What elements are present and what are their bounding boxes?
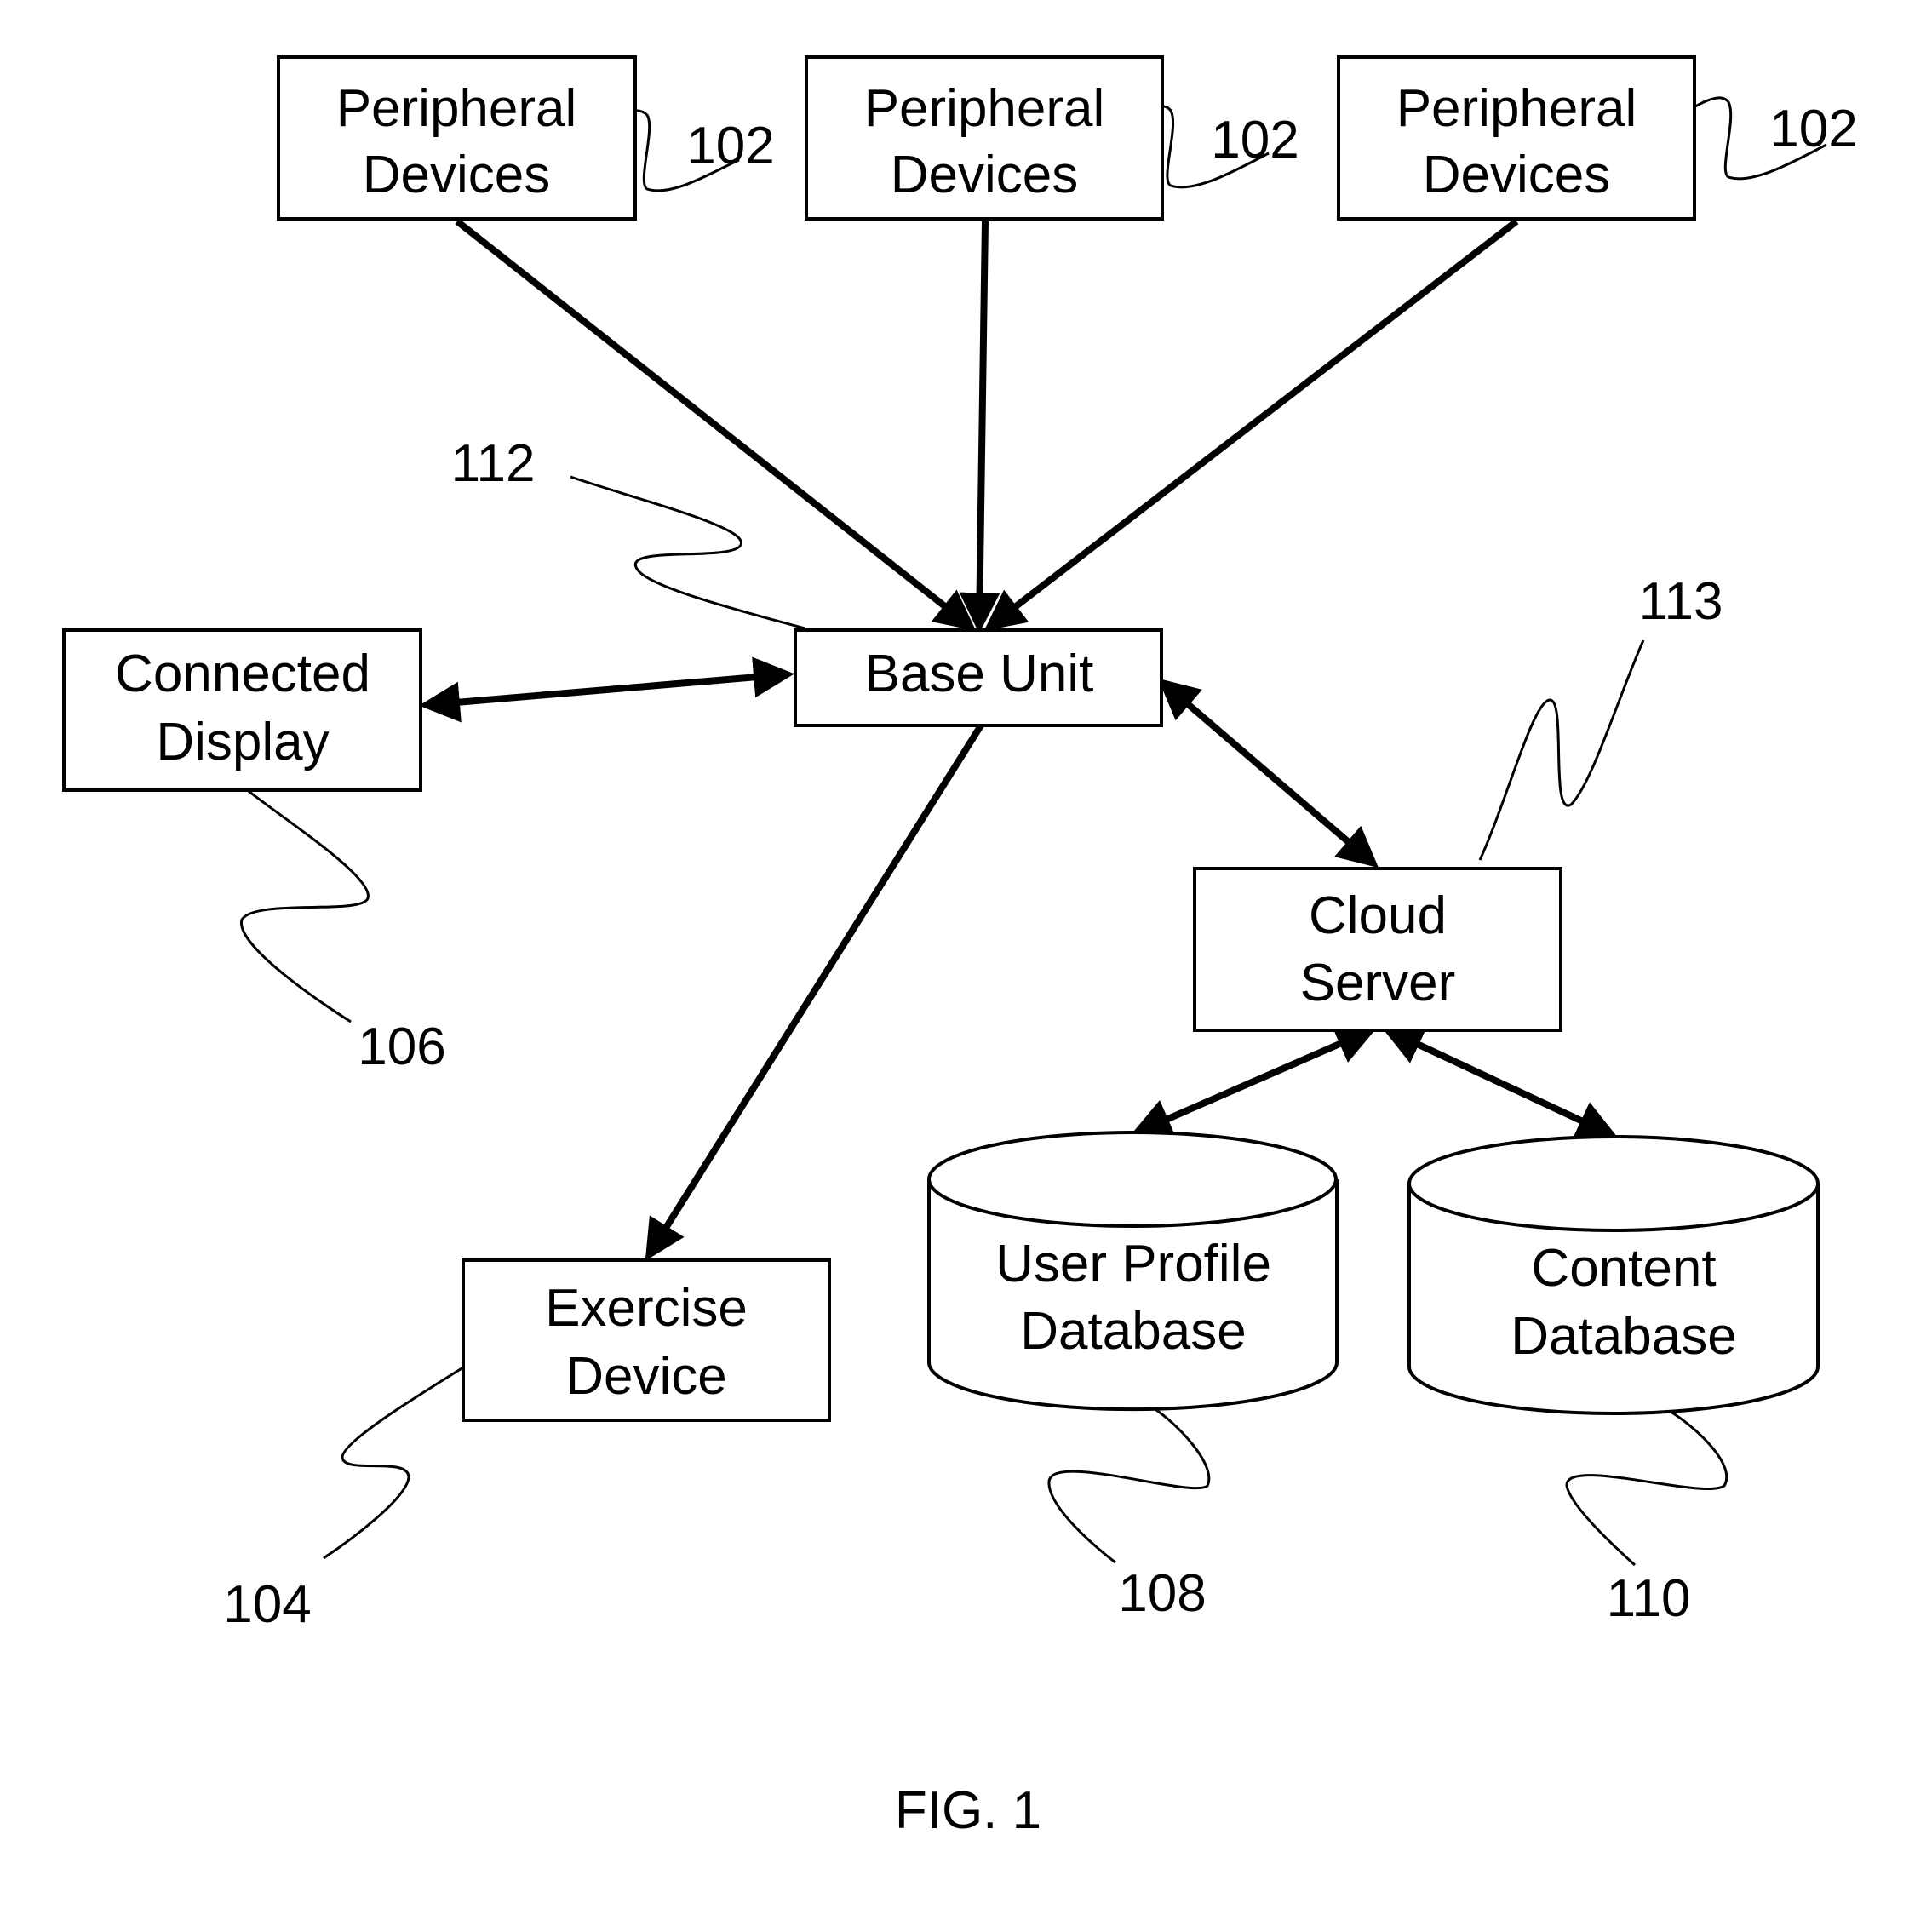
peripheral-2-label-line1: Peripheral (864, 79, 1105, 138)
ref-106: 106 (358, 1018, 445, 1076)
patent-figure: Peripheral Devices Peripheral Devices Pe… (0, 0, 1932, 1909)
edge-base-display (419, 656, 794, 723)
peripheral-1-label-line2: Devices (363, 146, 551, 204)
user-profile-db-label-line2: Database (1020, 1302, 1246, 1361)
ref-102-c: 102 (1769, 100, 1857, 158)
peripheral-1-label-line1: Peripheral (336, 79, 577, 138)
cloud-server-label-line1: Cloud (1309, 886, 1447, 945)
peripheral-3-label-line1: Peripheral (1396, 79, 1637, 138)
ref-110: 110 (1607, 1569, 1691, 1628)
exercise-device-label-line2: Device (565, 1347, 727, 1406)
edge-peripheral3-base (983, 218, 1519, 631)
edge-base-cloud (1157, 678, 1379, 869)
edge-peripheral1-base (455, 218, 977, 631)
user-profile-db-label-line1: User Profile (995, 1235, 1271, 1293)
edge-cloud-userdb (1130, 1025, 1378, 1138)
ref-113: 113 (1639, 572, 1723, 631)
ref-102-a: 102 (686, 117, 774, 175)
connected-display-label-line2: Display (156, 713, 329, 771)
leader-110 (1565, 1410, 1728, 1567)
ref-104: 104 (223, 1575, 311, 1634)
content-db-label-line1: Content (1531, 1239, 1716, 1298)
ref-102-b: 102 (1211, 111, 1299, 169)
diagram-svg: Peripheral Devices Peripheral Devices Pe… (62, 55, 1858, 1840)
ref-112: 112 (451, 434, 536, 493)
leader-113 (1478, 639, 1645, 861)
cloud-server-label-line2: Server (1300, 954, 1456, 1012)
content-db-label-line2: Database (1511, 1307, 1736, 1366)
leader-106 (240, 787, 370, 1023)
edge-peripheral2-base (959, 221, 1000, 633)
edge-cloud-contentdb (1381, 1026, 1619, 1139)
base-unit-label: Base Unit (865, 645, 1094, 703)
peripheral-3-label-line2: Devices (1423, 146, 1611, 204)
peripheral-2-label-line2: Devices (891, 146, 1079, 204)
exercise-device-label-line1: Exercise (545, 1279, 748, 1338)
connected-display-label-line1: Connected (115, 645, 370, 703)
leader-112 (570, 475, 805, 630)
leader-108 (1047, 1407, 1211, 1564)
ref-108: 108 (1118, 1564, 1206, 1623)
figure-caption: FIG. 1 (895, 1781, 1041, 1840)
